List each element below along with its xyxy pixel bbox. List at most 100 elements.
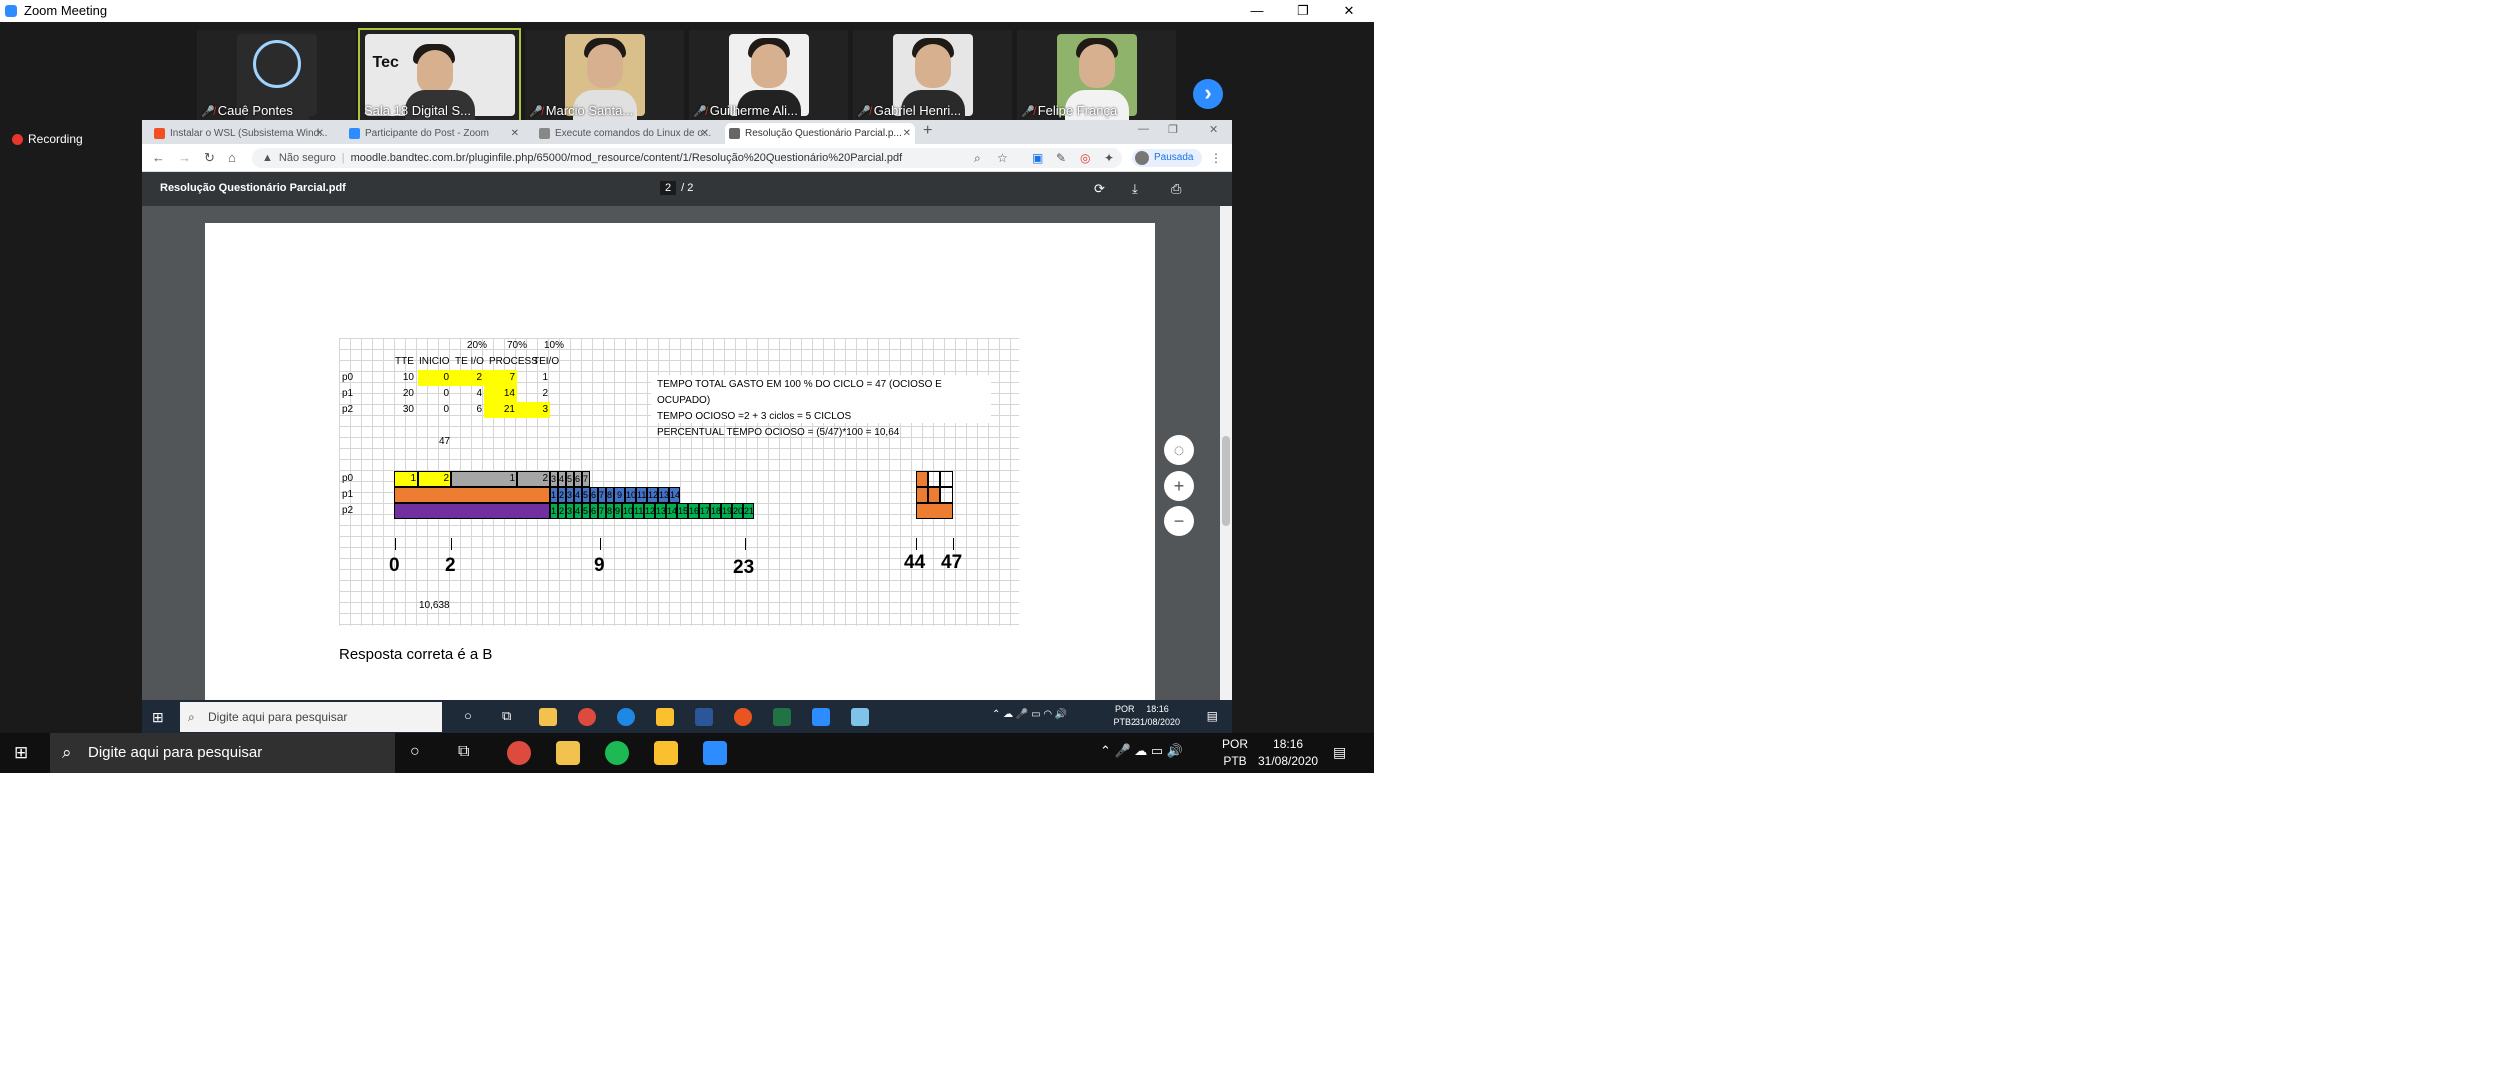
next-page-arrow-icon[interactable]: › xyxy=(1193,79,1223,109)
rotate-icon[interactable]: ⟳ xyxy=(1094,181,1105,197)
gantt-cell: 3 xyxy=(566,487,574,503)
close-tab-icon[interactable]: ✕ xyxy=(511,123,519,144)
zoom-in-icon[interactable]: + xyxy=(1164,471,1194,501)
avatar xyxy=(1135,151,1149,165)
zoom-lens-icon[interactable]: ⌕ xyxy=(974,151,981,166)
gantt-cell: 6 xyxy=(590,487,598,503)
zoom-out-icon[interactable]: − xyxy=(1164,506,1194,536)
download-icon[interactable]: ⤓ xyxy=(1132,181,1138,197)
zoom-window: Zoom Meeting — ❐ ✕ 🎤̸ Cauê Pontes Tec Sal… xyxy=(0,0,1374,773)
reload-icon[interactable]: ↻ xyxy=(204,150,215,166)
app-icon[interactable] xyxy=(851,708,869,726)
adblock-icon[interactable]: ◎ xyxy=(1080,151,1090,165)
chrome-icon[interactable] xyxy=(578,708,596,726)
gantt-cell: 4 xyxy=(574,487,582,503)
gantt-cell: 12 xyxy=(647,487,658,503)
fit-page-icon[interactable]: ◌ xyxy=(1164,435,1194,465)
notification-icon[interactable]: ▤ xyxy=(1333,744,1346,761)
participant-name: Felipe França xyxy=(1037,103,1118,118)
zoom-taskbar-icon[interactable] xyxy=(812,708,830,726)
close-button[interactable]: ✕ xyxy=(1326,0,1372,22)
local-clock[interactable]: 18:16 31/08/2020 xyxy=(1258,736,1318,770)
tray-icons[interactable]: ⌃ 🎤 ☁ ▭ 🔊 xyxy=(1100,743,1183,759)
file-explorer-icon[interactable] xyxy=(539,708,557,726)
minimize-button[interactable]: — xyxy=(1234,0,1280,22)
tab-wsl[interactable]: Instalar o WSL (Subsistema Wind... ✕ xyxy=(150,123,328,144)
translate-icon[interactable]: ▣ xyxy=(1032,151,1043,165)
print-icon[interactable]: ⎙ xyxy=(1171,181,1181,197)
local-language[interactable]: POR PTB xyxy=(1222,736,1248,770)
globe-icon xyxy=(729,128,740,139)
recording-indicator[interactable]: Recording xyxy=(12,132,83,146)
edge-icon[interactable] xyxy=(617,708,635,726)
vertical-scrollbar[interactable] xyxy=(1220,206,1232,700)
sticky-notes-icon[interactable] xyxy=(656,708,674,726)
browser-minimize-button[interactable]: — xyxy=(1138,123,1149,135)
chrome-icon[interactable] xyxy=(507,741,531,765)
tab-zoom[interactable]: Participante do Post - Zoom ✕ xyxy=(345,123,523,144)
puzzle-icon[interactable]: ✦ xyxy=(1104,151,1114,165)
cortana-icon[interactable]: ○ xyxy=(464,708,472,723)
gantt-cell: 6 xyxy=(574,471,582,487)
gantt-cell: 12 xyxy=(644,503,655,519)
close-tab-icon[interactable]: ✕ xyxy=(903,123,911,144)
close-tab-icon[interactable]: ✕ xyxy=(701,123,709,144)
bookmark-star-icon[interactable]: ☆ xyxy=(997,151,1008,165)
header-pct: 10% xyxy=(544,340,565,351)
back-icon[interactable]: ← xyxy=(152,150,165,165)
gantt-cell: 13 xyxy=(655,503,666,519)
remote-clock[interactable]: 18:16 31/08/2020 xyxy=(1135,703,1180,729)
search-icon: ⌕ xyxy=(62,743,72,762)
file-explorer-icon[interactable] xyxy=(556,741,580,765)
browser-close-button[interactable]: ✕ xyxy=(1209,123,1218,136)
tab-linux[interactable]: Execute comandos do Linux de o... ✕ xyxy=(535,123,713,144)
extension-icon[interactable]: ✎ xyxy=(1056,151,1066,165)
spotify-icon[interactable] xyxy=(605,741,629,765)
participant-tile[interactable]: 🎤̸ Cauê Pontes xyxy=(197,30,356,120)
gantt-bar xyxy=(394,503,550,519)
sticky-notes-icon[interactable] xyxy=(654,741,678,765)
gantt-cell: 7 xyxy=(582,471,590,487)
profile-button[interactable]: Pausada xyxy=(1132,149,1202,167)
participant-tile[interactable]: 🎤̸ Guilherme Ali... xyxy=(689,30,848,120)
gantt-cell: 6 xyxy=(590,503,598,519)
home-icon[interactable]: ⌂ xyxy=(228,150,236,165)
scrollbar-thumb[interactable] xyxy=(1222,436,1230,526)
task-view-icon[interactable]: ⧉ xyxy=(458,743,469,761)
participant-tile[interactable]: 🎤̸ Marcio Santa... xyxy=(525,30,684,120)
notification-icon[interactable]: ▤ xyxy=(1207,709,1218,723)
page-number-input[interactable]: 2 xyxy=(660,181,677,195)
shared-screen-browser: Instalar o WSL (Subsistema Wind... ✕ Part… xyxy=(142,120,1232,700)
local-search-box[interactable]: ⌕ Digite aqui para pesquisar xyxy=(50,733,395,773)
tab-pdf[interactable]: Resolução Questionário Parcial.p... ✕ xyxy=(725,123,915,144)
task-view-icon[interactable]: ⧉ xyxy=(502,708,511,724)
excel-icon[interactable] xyxy=(773,708,791,726)
gantt-value: 2 xyxy=(542,473,548,484)
cortana-icon[interactable]: ○ xyxy=(410,743,420,761)
gantt-cell: 15 xyxy=(677,503,688,519)
url-field[interactable]: ▲ Não seguro | moodle.bandtec.com.br/plugin… xyxy=(252,148,1122,168)
participant-tile[interactable]: 🎤̸ Gabriel Henri... xyxy=(853,30,1012,120)
browser-restore-button[interactable]: ❐ xyxy=(1168,123,1178,136)
participant-tile[interactable]: 🎤̸ Felipe França xyxy=(1017,30,1176,120)
forward-icon[interactable]: → xyxy=(178,150,191,165)
timeline-label: 44 xyxy=(904,552,926,573)
pdf-viewer[interactable]: 20% 70% 10% TTE INICIO TE I/O PROCESS TE… xyxy=(142,206,1232,700)
menu-icon[interactable]: ⋮ xyxy=(1210,151,1222,165)
word-icon[interactable] xyxy=(695,708,713,726)
gantt-cell: 7 xyxy=(598,503,606,519)
windows-start-icon[interactable]: ⊞ xyxy=(14,743,28,763)
restore-button[interactable]: ❐ xyxy=(1280,0,1326,22)
windows-start-icon[interactable]: ⊞ xyxy=(152,709,164,726)
zoom-taskbar-icon[interactable] xyxy=(703,741,727,765)
participant-name: Marcio Santa... xyxy=(545,103,634,118)
gantt-cell: 13 xyxy=(658,487,669,503)
tray-icons[interactable]: ⌃ ☁ 🎤 ▭ ◠ 🔊 xyxy=(992,709,1067,720)
remote-search-box[interactable]: ⌕ Digite aqui para pesquisar xyxy=(180,702,442,732)
new-tab-button[interactable]: + xyxy=(923,122,932,140)
ubuntu-icon[interactable] xyxy=(734,708,752,726)
remote-language[interactable]: POR PTB2 xyxy=(1113,703,1136,729)
gantt-value: 1 xyxy=(509,473,515,484)
close-tab-icon[interactable]: ✕ xyxy=(316,123,324,144)
participant-tile-active[interactable]: Tec Sala 18 Digital S... xyxy=(358,28,521,122)
